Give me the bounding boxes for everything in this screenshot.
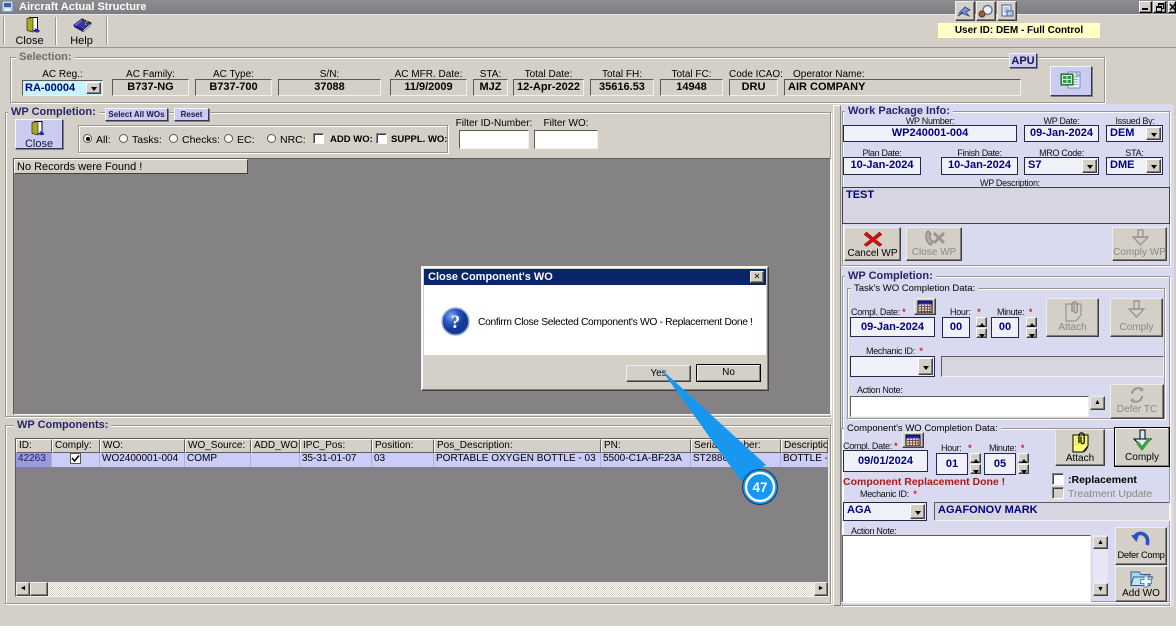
svg-text:?: ? xyxy=(451,312,461,333)
svg-text:47: 47 xyxy=(752,480,767,495)
svg-text:?: ? xyxy=(84,18,88,27)
